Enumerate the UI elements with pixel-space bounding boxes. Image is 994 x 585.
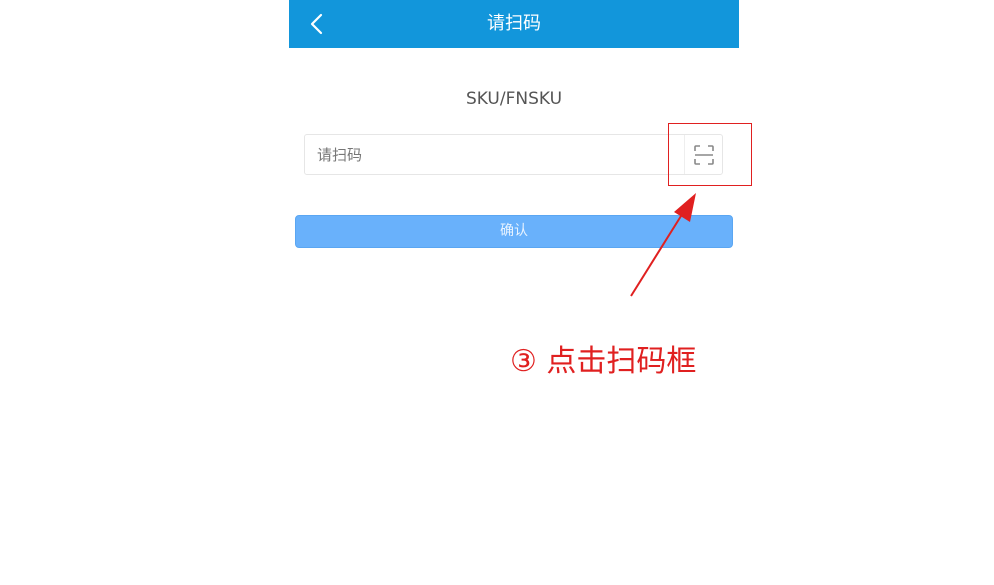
scan-input-group — [304, 134, 723, 175]
screen: 请扫码 SKU/FNSKU 确认 ③ 点击扫码框 — [0, 0, 994, 585]
confirm-button[interactable]: 确认 — [295, 215, 733, 248]
field-label: SKU/FNSKU — [465, 89, 563, 109]
annotation-text: ③ 点击扫码框 — [510, 344, 697, 379]
highlight-box — [668, 123, 752, 186]
page-title: 请扫码 — [487, 13, 541, 34]
app-page: 请扫码 SKU/FNSKU 确认 — [289, 0, 739, 585]
top-navbar: 请扫码 — [289, 0, 739, 48]
scan-code-input[interactable] — [305, 135, 675, 174]
